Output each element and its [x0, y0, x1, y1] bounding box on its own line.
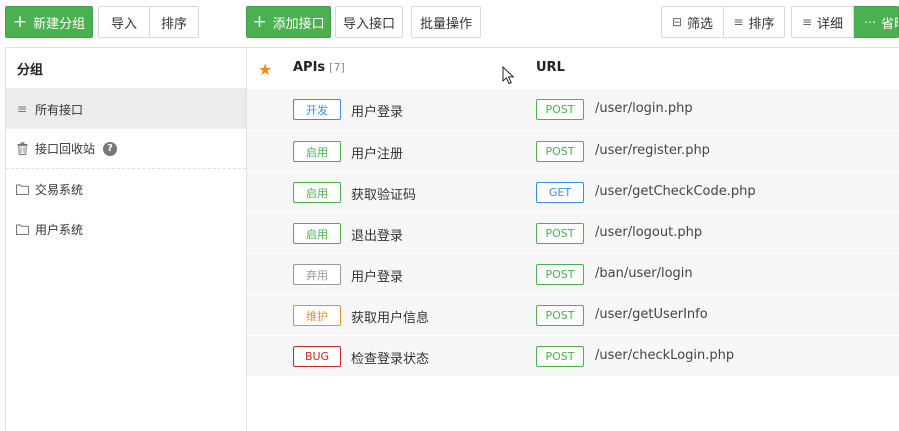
- list-icon: ≡: [16, 102, 28, 116]
- api-url: /user/login.php: [595, 101, 693, 116]
- plus-icon: +: [12, 11, 28, 32]
- folder-icon: [15, 224, 29, 235]
- plus-icon: +: [252, 11, 267, 32]
- apis-count: [7]: [329, 61, 345, 74]
- table-row[interactable]: BUG 检查登录状态 POST/user/checkLogin.php: [247, 335, 899, 376]
- list-icon: ≡: [801, 15, 813, 29]
- api-name: 获取用户信息: [351, 311, 430, 326]
- table-row[interactable]: 启用 获取验证码 GET/user/getCheckCode.php: [247, 171, 899, 212]
- api-name: 退出登录: [351, 229, 404, 244]
- help-icon[interactable]: ?: [103, 141, 118, 156]
- apis-column-header: APIs [7]: [293, 60, 345, 75]
- table-row[interactable]: 启用 退出登录 POST/user/logout.php: [247, 212, 899, 253]
- status-badge: BUG: [293, 346, 341, 367]
- mouse-cursor-icon: [502, 65, 515, 89]
- add-api-button[interactable]: + 添加接口: [246, 6, 331, 38]
- method-badge: POST: [536, 99, 584, 120]
- star-icon[interactable]: ★: [258, 60, 272, 79]
- sidebar-item-recycle-bin[interactable]: 接口回收站 ?: [6, 129, 246, 169]
- api-url: /user/logout.php: [595, 225, 703, 240]
- method-badge: POST: [536, 223, 584, 244]
- filter-label: 筛选: [687, 16, 714, 32]
- api-name: 获取验证码: [351, 188, 417, 203]
- sidebar-item-all-apis[interactable]: ≡ 所有接口: [6, 89, 246, 129]
- sidebar-item-label: 所有接口: [35, 102, 84, 117]
- sort-view-label: 排序: [748, 16, 775, 32]
- api-name: 用户登录: [351, 270, 404, 285]
- folder-icon: [15, 184, 29, 195]
- api-url: /user/getUserInfo: [595, 307, 708, 322]
- api-rows: 开发 用户登录 POST/user/login.php 启用 用户注册 POST/user…: [247, 89, 899, 376]
- batch-operation-label: 批量操作: [419, 16, 472, 32]
- sidebar-item-trade-system[interactable]: 交易系统: [6, 169, 246, 209]
- api-url: /ban/user/login: [595, 266, 693, 281]
- sort-label: 排序: [160, 16, 187, 32]
- new-group-label: 新建分组: [33, 16, 86, 32]
- filter-button[interactable]: ⊟ 筛选: [661, 6, 724, 38]
- method-badge: GET: [536, 182, 584, 203]
- status-badge: 开发: [293, 99, 341, 120]
- api-list: ★ APIs [7] URL 开发 用户登录 POST/user/login.php 启…: [247, 48, 899, 431]
- sidebar-title: 分组: [6, 48, 246, 89]
- sidebar-item-user-system[interactable]: 用户系统: [6, 209, 246, 249]
- api-url: /user/getCheckCode.php: [595, 184, 756, 199]
- status-badge: 启用: [293, 141, 341, 162]
- trash-icon: [15, 142, 29, 155]
- method-badge: POST: [536, 264, 584, 285]
- compact-view-button[interactable]: ⋯ 省略: [854, 6, 899, 38]
- method-badge: POST: [536, 346, 584, 367]
- status-badge: 弃用: [293, 264, 341, 285]
- sort-view-button[interactable]: ≡ 排序: [724, 6, 785, 38]
- sidebar-item-label: 交易系统: [35, 182, 84, 197]
- api-url: /user/register.php: [595, 143, 710, 158]
- detail-view-label: 详细: [817, 16, 844, 32]
- list-sort-icon: ≡: [733, 15, 744, 29]
- status-badge: 启用: [293, 223, 341, 244]
- table-row[interactable]: 弃用 用户登录 POST/ban/user/login: [247, 253, 899, 294]
- import-label: 导入: [110, 16, 137, 32]
- status-badge: 维护: [293, 305, 341, 326]
- main-panel: 分组 ≡ 所有接口 接口回收站 ? 交易系统 用户系统 ★ APIs [7] U…: [5, 47, 899, 431]
- import-button[interactable]: 导入: [98, 6, 150, 38]
- url-column-header: URL: [536, 60, 565, 75]
- sidebar-item-label: 接口回收站: [35, 142, 96, 156]
- list-header: ★ APIs [7] URL: [247, 48, 899, 89]
- add-api-label: 添加接口: [272, 16, 325, 32]
- table-row[interactable]: 维护 获取用户信息 POST/user/getUserInfo: [247, 294, 899, 335]
- table-row[interactable]: 开发 用户登录 POST/user/login.php: [247, 89, 899, 130]
- compact-view-label: 省略: [881, 16, 898, 32]
- import-api-button[interactable]: 导入接口: [335, 6, 403, 38]
- group-sidebar: 分组 ≡ 所有接口 接口回收站 ? 交易系统 用户系统: [6, 48, 247, 431]
- status-badge: 启用: [293, 182, 341, 203]
- import-api-label: 导入接口: [342, 16, 395, 32]
- apis-label: APIs: [293, 60, 326, 75]
- sidebar-item-label: 用户系统: [35, 222, 84, 237]
- api-name: 用户登录: [351, 105, 404, 120]
- toolbar: + 新建分组 导入 排序 + 添加接口 导入接口 批量操作 ⊟ 筛选 ≡ 排序 …: [0, 0, 899, 46]
- detail-view-button[interactable]: ≡ 详细: [791, 6, 854, 38]
- api-url: /user/checkLogin.php: [595, 348, 735, 363]
- new-group-button[interactable]: + 新建分组: [5, 6, 93, 38]
- compact-icon: ⋯: [864, 15, 876, 29]
- batch-operation-button[interactable]: 批量操作: [411, 6, 481, 38]
- api-name: 检查登录状态: [351, 352, 430, 367]
- method-badge: POST: [536, 305, 584, 326]
- method-badge: POST: [536, 141, 584, 162]
- filter-icon: ⊟: [671, 15, 683, 29]
- table-row[interactable]: 启用 用户注册 POST/user/register.php: [247, 130, 899, 171]
- sort-button[interactable]: 排序: [150, 6, 199, 38]
- api-name: 用户注册: [351, 147, 404, 162]
